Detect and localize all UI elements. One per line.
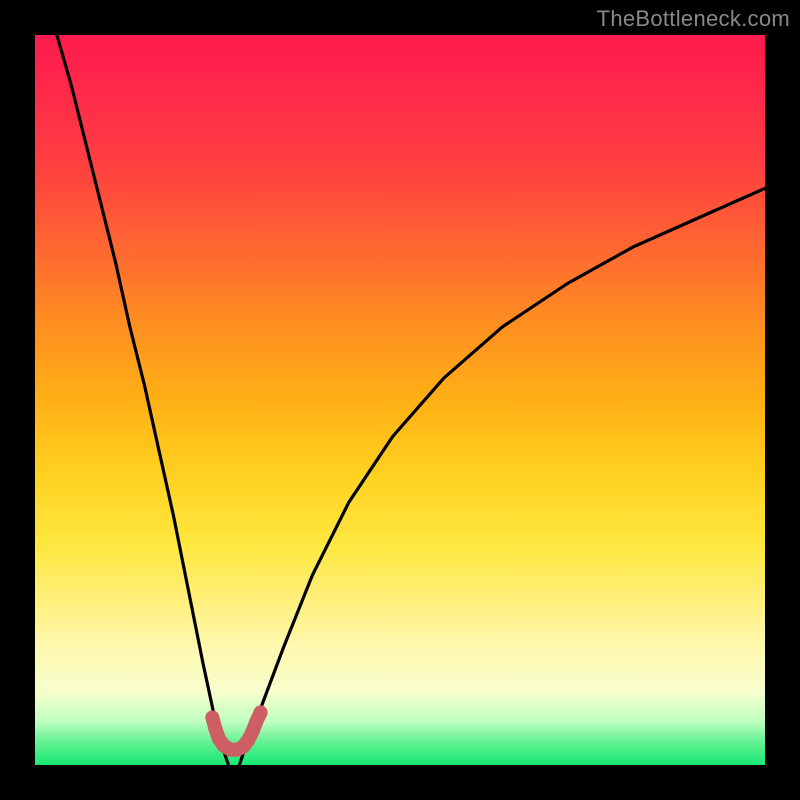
marker-dot [254, 705, 268, 719]
chart-frame: TheBottleneck.com [0, 0, 800, 800]
curve-right-path [239, 188, 765, 765]
plot-area [35, 35, 765, 765]
curve-layer [35, 35, 765, 765]
watermark-text: TheBottleneck.com [597, 6, 790, 32]
curve-left-path [57, 35, 229, 765]
marker-dots [205, 705, 267, 756]
